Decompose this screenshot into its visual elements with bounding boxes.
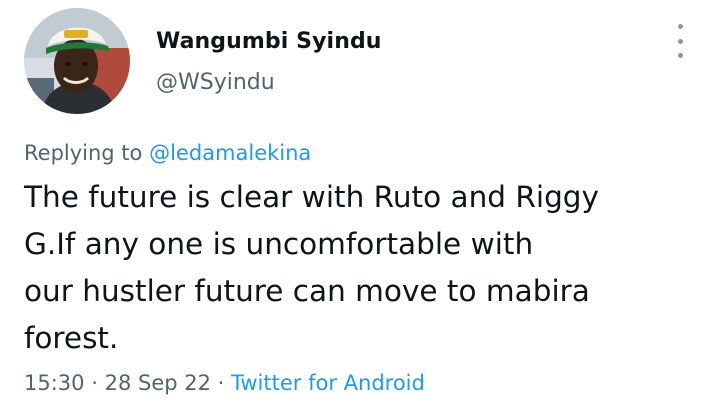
replying-to-label: Replying to xyxy=(24,141,143,165)
tweet-source-link[interactable]: Twitter for Android xyxy=(231,371,425,395)
meta-separator: · xyxy=(217,371,225,395)
tweet-date[interactable]: 28 Sep 22 xyxy=(105,371,211,395)
replying-to-line: Replying to @ledamalekina xyxy=(24,141,311,165)
author-display-name[interactable]: Wangumbi Syindu xyxy=(156,29,382,54)
author-handle[interactable]: @WSyindu xyxy=(156,70,275,95)
menu-dot xyxy=(677,24,683,29)
tweet-meta: 15:30 · 28 Sep 22 · Twitter for Android xyxy=(24,371,425,395)
menu-dot xyxy=(677,53,683,58)
tweet-text: The future is clear with Ruto and Riggy … xyxy=(24,174,694,362)
menu-dot xyxy=(677,38,683,44)
tweet-text-line: The future is clear with Ruto and Riggy xyxy=(24,180,599,214)
meta-separator: · xyxy=(91,371,98,395)
avatar-photo xyxy=(24,8,130,114)
more-vertical-icon[interactable] xyxy=(670,24,690,58)
tweet-time[interactable]: 15:30 xyxy=(24,371,85,395)
tweet-text-line: our hustler future can move to mabira xyxy=(24,274,590,308)
reply-target-link[interactable]: @ledamalekina xyxy=(149,141,311,165)
tweet-text-line: forest. xyxy=(24,321,119,355)
avatar[interactable] xyxy=(24,8,130,114)
tweet-card: Wangumbi Syindu @WSyindu Replying to @le… xyxy=(0,0,720,419)
tweet-text-line: G.If any one is uncomfortable with xyxy=(24,227,534,261)
